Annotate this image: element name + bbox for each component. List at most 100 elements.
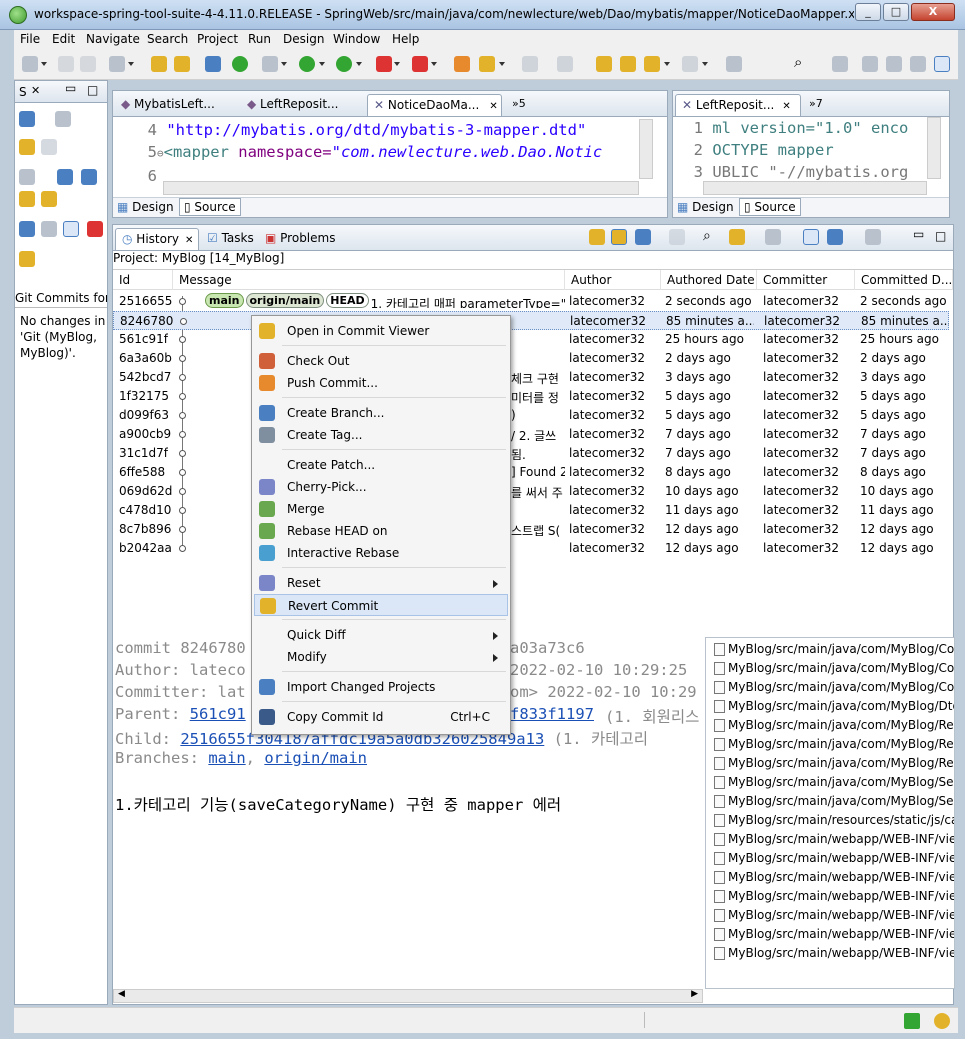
filter-history-icon[interactable]	[765, 229, 781, 245]
design-tab[interactable]: ▦ Design	[117, 200, 174, 214]
table-row[interactable]: 6ffe588JPA->마] Found 2latecomer328 days …	[113, 463, 949, 482]
changed-file-item[interactable]: MyBlog/src/main/resources/static/js/cate…	[712, 811, 954, 830]
editor-right-hscroll[interactable]	[703, 181, 927, 195]
expand-icon[interactable]	[57, 169, 73, 185]
git-staging-icon[interactable]	[19, 111, 35, 127]
branch-main-link[interactable]: main	[208, 749, 245, 767]
minimize-history-icon[interactable]: ▭	[913, 227, 924, 241]
save-icon[interactable]	[58, 56, 74, 72]
changed-file-item[interactable]: MyBlog/src/main/webapp/WEB-INF/view/	[712, 830, 954, 849]
menu-window[interactable]: Window	[333, 32, 380, 46]
changed-file-item[interactable]: MyBlog/src/main/webapp/WEB-INF/view/	[712, 925, 954, 944]
search-icon[interactable]: ⌕	[794, 54, 810, 70]
table-row[interactable]: 542bcd71. 글 상세체크 구현latecomer323 days ago…	[113, 368, 949, 387]
link-editor-icon[interactable]	[55, 111, 71, 127]
editor-left-vscroll[interactable]	[639, 119, 653, 179]
new-icon[interactable]	[22, 56, 38, 72]
tab-problems[interactable]: ▣ Problems	[259, 228, 339, 250]
editor-right-vscroll[interactable]	[927, 117, 941, 179]
menu-item-modify[interactable]: Modify	[254, 646, 508, 668]
changed-file-item[interactable]: MyBlog/src/main/java/com/MyBlog/Repo	[712, 716, 954, 735]
menu-item-revert-commit[interactable]: Revert Commit	[254, 594, 508, 616]
open-perspective-icon[interactable]	[832, 56, 848, 72]
editor-left-code[interactable]: 4 "http://mybatis.org/dtd/mybatis-3-mapp…	[113, 119, 637, 183]
changed-file-item[interactable]: MyBlog/src/main/java/com/MyBlog/Servi	[712, 773, 954, 792]
col-committer[interactable]: Committer	[757, 270, 855, 290]
col-authored-date[interactable]: Authored Date	[661, 270, 757, 290]
changed-file-item[interactable]: MyBlog/src/main/webapp/WEB-INF/view/	[712, 906, 954, 925]
show-columns-icon[interactable]	[803, 229, 819, 245]
menu-item-reset[interactable]: Reset	[254, 572, 508, 594]
col-author[interactable]: Author	[565, 270, 661, 290]
relaunch-icon[interactable]	[412, 56, 428, 72]
prev-annotation-icon[interactable]	[557, 56, 573, 72]
tab-overflow-right[interactable]: »7	[803, 94, 833, 116]
annotation-icon[interactable]	[479, 56, 495, 72]
branch-filter-icon[interactable]	[729, 229, 745, 245]
changed-file-item[interactable]: MyBlog/src/main/webapp/WEB-INF/view/	[712, 868, 954, 887]
detail-hscroll[interactable]: ◀ ▶	[113, 989, 703, 1003]
table-row[interactable]: 82467801.카테고리 기능(saveCategoryName) 구현 중 …	[113, 311, 949, 330]
debug-perspective-icon[interactable]	[886, 56, 902, 72]
table-row[interactable]: 2516655 main origin/main HEAD 1. 카테고리 매퍼 par…	[113, 292, 949, 311]
close-icon[interactable]: ✕	[31, 84, 40, 97]
run-as-icon[interactable]	[336, 56, 352, 72]
minimize-view-icon[interactable]: ▭	[65, 81, 76, 95]
table-row[interactable]: c478d102일차-마latecomer3211 days agolateco…	[113, 501, 949, 520]
tab-noticedaomapper[interactable]: ✕ NoticeDaoMa... ✕	[367, 94, 502, 116]
design-tab-right[interactable]: ▦ Design	[677, 200, 734, 214]
menu-item-cherry-pick[interactable]: Cherry-Pick...	[254, 476, 508, 498]
menu-item-import-changed-projects[interactable]: Import Changed Projects	[254, 676, 508, 698]
menu-item-create-branch[interactable]: Create Branch...	[254, 402, 508, 424]
changed-file-item[interactable]: MyBlog/src/main/java/com/MyBlog/Servi	[712, 792, 954, 811]
menu-item-check-out[interactable]: Check Out	[254, 350, 508, 372]
back-small-icon[interactable]	[19, 251, 35, 267]
menu-item-create-patch[interactable]: Create Patch...	[254, 454, 508, 476]
save-all-icon[interactable]	[80, 56, 96, 72]
toggle-icon[interactable]	[63, 221, 79, 237]
branch-origin-main-link[interactable]: origin/main	[264, 749, 367, 767]
pin-history-icon[interactable]	[635, 229, 651, 245]
changed-file-item[interactable]: MyBlog/src/main/java/com/MyBlog/Dto/(	[712, 697, 954, 716]
menu-run[interactable]: Run	[248, 32, 271, 46]
link-editor-history-icon[interactable]	[611, 229, 627, 245]
open-resource-icon[interactable]	[174, 56, 190, 72]
menu-item-push-commit[interactable]: Push Commit...	[254, 372, 508, 394]
changed-file-item[interactable]: MyBlog/src/main/java/com/MyBlog/Repo	[712, 754, 954, 773]
menu-search[interactable]: Search	[147, 32, 188, 46]
menu-item-rebase-head-on[interactable]: Rebase HEAD on	[254, 520, 508, 542]
menu-item-open-in-commit-viewer[interactable]: Open in Commit Viewer	[254, 320, 508, 342]
last-edit-icon[interactable]	[596, 56, 612, 72]
window-titlebar[interactable]: workspace-spring-tool-suite-4-4.11.0.REL…	[0, 0, 965, 30]
compare-mode-icon[interactable]	[19, 221, 35, 237]
arrow-up-icon[interactable]	[41, 191, 57, 207]
tab-mybatisleft[interactable]: ◆ MybatisLeft...	[115, 94, 239, 116]
table-row[interactable]: 8c7b896첫날 블로스트랩 S(latecomer3212 days ago…	[113, 520, 949, 539]
tree-icon[interactable]	[19, 169, 35, 185]
col-committed-date[interactable]: Committed D...	[855, 270, 953, 290]
link-selection-icon[interactable]	[589, 229, 605, 245]
tab-overflow[interactable]: »5	[506, 94, 536, 116]
compare-icon[interactable]	[669, 229, 685, 245]
show-graph-icon[interactable]	[827, 229, 843, 245]
console-icon[interactable]	[205, 56, 221, 72]
table-row[interactable]: b2042aaMyBloglatecomer3212 days agolatec…	[113, 539, 949, 558]
push-small-icon[interactable]	[41, 139, 57, 155]
table-row[interactable]: 561c91f1. 회원리latecomer3225 hours agolate…	[113, 330, 949, 349]
table-row[interactable]: d099f631. 글쓰기)latecomer325 days agolatec…	[113, 406, 949, 425]
parent-link-tail[interactable]: f833f1197	[510, 705, 594, 723]
menu-item-merge[interactable]: Merge	[254, 498, 508, 520]
tab-history[interactable]: ◷ History ✕	[115, 228, 199, 250]
minimize-button[interactable]: _	[855, 3, 881, 21]
back-icon[interactable]	[644, 56, 660, 72]
changed-file-item[interactable]: MyBlog/src/main/java/com/MyBlog/Contr	[712, 659, 954, 678]
parent-link[interactable]: 561c91	[190, 705, 246, 723]
menu-project[interactable]: Project	[197, 32, 238, 46]
table-row[interactable]: a900cb91. 스프링/ 2. 글쓰latecomer327 days ag…	[113, 425, 949, 444]
debug-icon[interactable]	[262, 56, 278, 72]
stop-icon[interactable]	[376, 56, 392, 72]
changed-file-item[interactable]: MyBlog/src/main/java/com/MyBlog/Repo	[712, 735, 954, 754]
tab-leftrepository-right[interactable]: ✕ LeftReposit... ✕	[675, 94, 801, 116]
editor-left-hscroll[interactable]	[163, 181, 639, 195]
pull-icon[interactable]	[19, 139, 35, 155]
